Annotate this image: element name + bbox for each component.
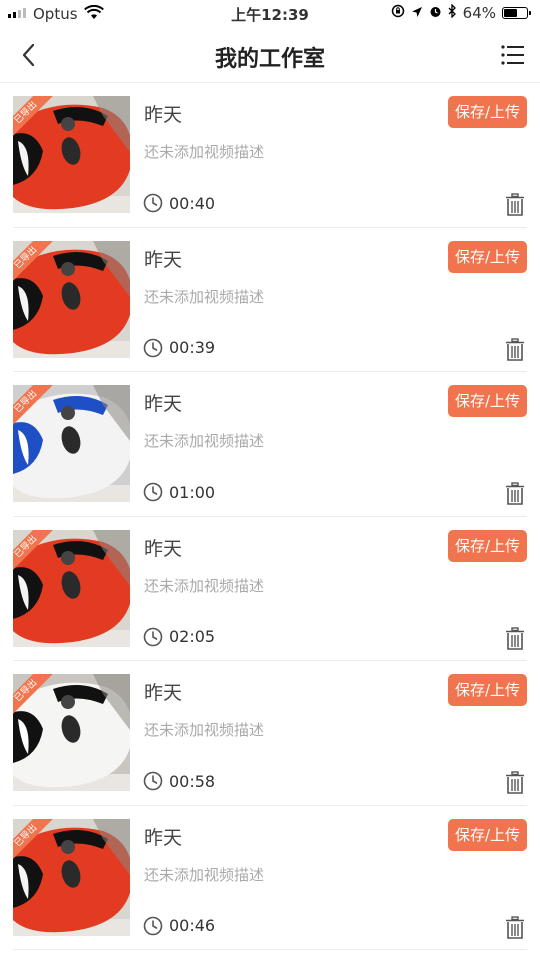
video-description[interactable]: 还未添加视频描述 — [144, 286, 264, 307]
delete-button[interactable] — [505, 193, 525, 217]
video-thumbnail[interactable]: 已导出 — [13, 385, 130, 502]
clock-icon — [143, 338, 163, 357]
duration-label: 02:05 — [169, 627, 216, 646]
clock-icon — [143, 482, 163, 502]
video-description[interactable]: 还未添加视频描述 — [144, 141, 264, 162]
video-list-item[interactable]: 已导出 昨天 还未添加视频描述 00:40 保存/上传 — [13, 83, 527, 228]
duration-label: 00:40 — [169, 193, 216, 213]
navigation-bar: 我的工作室 — [0, 28, 540, 83]
bluetooth-icon — [448, 3, 457, 22]
trash-icon — [506, 337, 524, 361]
delete-button[interactable] — [505, 337, 525, 362]
clock-icon — [143, 627, 163, 646]
video-thumbnail[interactable]: 已导出 — [13, 529, 130, 647]
video-description[interactable]: 还未添加视频描述 — [144, 430, 264, 451]
duration-label: 01:00 — [169, 482, 216, 502]
battery-percent: 64% — [462, 4, 496, 22]
video-list-item[interactable]: 已导出 昨天 还未添加视频描述 00:58 保存/上传 — [13, 661, 527, 806]
video-list-item[interactable]: 已导出 昨天 还未添加视频描述 02:05 保存/上传 — [13, 517, 527, 661]
trash-icon — [506, 915, 524, 939]
save-upload-button[interactable]: 保存/上传 — [448, 240, 527, 273]
video-date: 昨天 — [144, 826, 183, 849]
list-menu-button[interactable] — [500, 42, 526, 68]
delete-button[interactable] — [505, 626, 525, 651]
video-description[interactable]: 还未添加视频描述 — [144, 575, 264, 596]
duration-label: 00:58 — [169, 771, 216, 791]
video-list-item[interactable]: 已导出 昨天 还未添加视频描述 01:00 保存/上传 — [13, 372, 527, 517]
video-duration: 01:00 — [143, 482, 215, 502]
save-upload-button[interactable]: 保存/上传 — [448, 385, 527, 417]
duration-label: 00:39 — [169, 338, 216, 357]
battery-icon — [502, 7, 531, 19]
video-thumbnail[interactable]: 已导出 — [13, 96, 130, 213]
video-thumbnail[interactable]: 已导出 — [13, 240, 130, 358]
alarm-icon — [429, 4, 442, 22]
video-thumbnail[interactable]: 已导出 — [13, 818, 130, 936]
trash-icon — [506, 771, 524, 794]
video-duration: 00:58 — [143, 771, 215, 791]
video-description[interactable]: 还未添加视频描述 — [144, 719, 264, 740]
delete-button[interactable] — [505, 482, 525, 506]
clock-icon — [143, 771, 163, 791]
save-upload-button[interactable]: 保存/上传 — [448, 96, 527, 128]
orientation-lock-icon — [391, 4, 405, 22]
video-date: 昨天 — [144, 248, 183, 271]
trash-icon — [506, 482, 524, 505]
video-duration: 00:46 — [143, 916, 215, 936]
video-duration: 00:39 — [143, 338, 215, 358]
clock-icon — [143, 916, 163, 935]
delete-button[interactable] — [505, 771, 525, 795]
video-list-item[interactable]: 已导出 昨天 还未添加视频描述 00:46 保存/上传 — [13, 806, 527, 950]
clock-icon — [143, 193, 163, 213]
video-date: 昨天 — [144, 104, 183, 126]
video-date: 昨天 — [144, 682, 183, 704]
video-duration: 00:40 — [143, 193, 215, 213]
video-date: 昨天 — [144, 537, 183, 560]
list-icon — [501, 45, 524, 65]
page-title: 我的工作室 — [214, 47, 325, 72]
save-upload-button[interactable]: 保存/上传 — [448, 529, 527, 562]
location-icon — [411, 4, 423, 22]
duration-label: 00:46 — [169, 916, 216, 935]
video-date: 昨天 — [144, 393, 183, 415]
video-list-item[interactable]: 已导出 昨天 还未添加视频描述 00:39 保存/上传 — [13, 228, 527, 372]
trash-icon — [506, 193, 524, 216]
trash-icon — [506, 626, 524, 650]
delete-button[interactable] — [505, 915, 525, 940]
video-thumbnail[interactable]: 已导出 — [13, 674, 130, 791]
video-description[interactable]: 还未添加视频描述 — [144, 864, 264, 885]
save-upload-button[interactable]: 保存/上传 — [448, 674, 527, 706]
status-bar: Optus 上午12:39 64% — [0, 0, 540, 28]
save-upload-button[interactable]: 保存/上传 — [448, 818, 527, 851]
video-list: 已导出 昨天 还未添加视频描述 00:40 保存/上传 已导出 昨天 还未添加视… — [0, 83, 540, 950]
video-duration: 02:05 — [143, 627, 215, 647]
